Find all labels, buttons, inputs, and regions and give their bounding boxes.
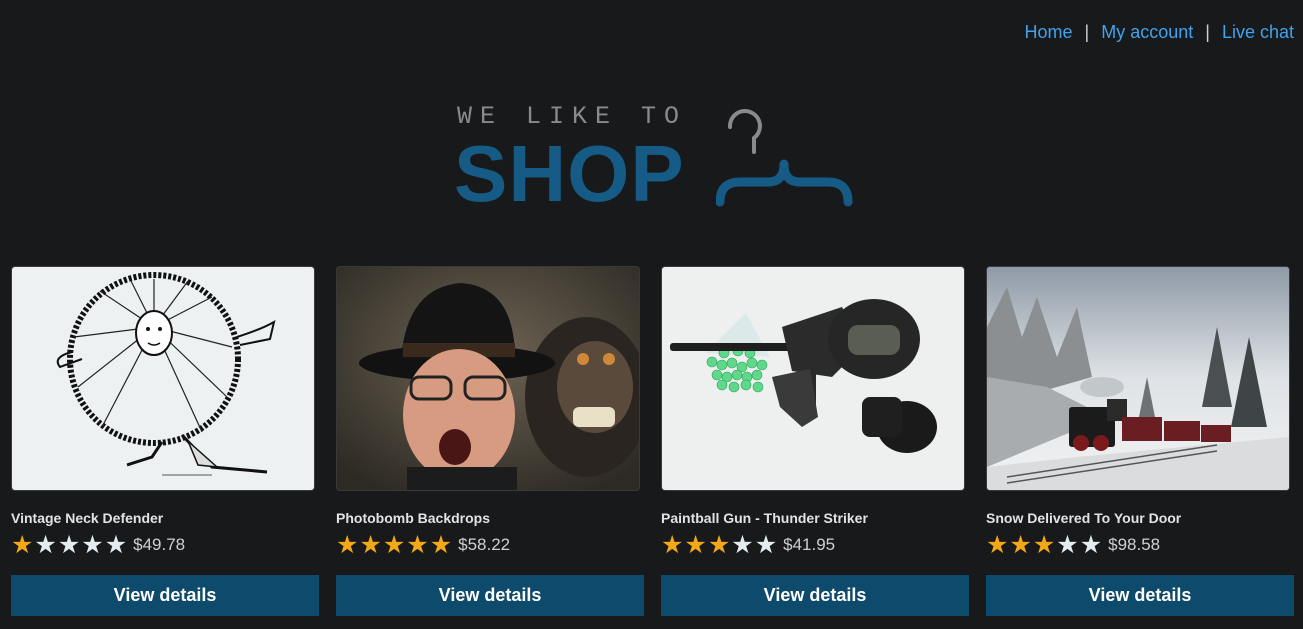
view-details-button[interactable]: View details bbox=[986, 575, 1294, 616]
star-filled-icon: ★ bbox=[1032, 530, 1056, 559]
product-title[interactable]: Photobomb Backdrops bbox=[336, 510, 490, 526]
product-title[interactable]: Vintage Neck Defender bbox=[11, 510, 163, 526]
star-empty-icon: ★ bbox=[731, 530, 754, 559]
product-price: $41.95 bbox=[783, 535, 836, 554]
star-rating: ★★★★★ bbox=[661, 532, 778, 558]
star-filled-icon: ★ bbox=[986, 530, 1009, 559]
star-filled-icon: ★ bbox=[661, 530, 684, 559]
star-filled-icon: ★ bbox=[11, 530, 34, 559]
logo-word: SHOP bbox=[454, 129, 685, 218]
product-card: Snow Delivered To Your Door ★★★★★ $98.58… bbox=[986, 266, 1294, 616]
product-price: $98.58 bbox=[1108, 535, 1161, 554]
star-empty-icon: ★ bbox=[34, 530, 57, 559]
star-filled-icon: ★ bbox=[1009, 530, 1032, 559]
product-image[interactable] bbox=[986, 266, 1290, 491]
product-rating: ★★★★★ $58.22 bbox=[336, 532, 510, 558]
view-details-button[interactable]: View details bbox=[336, 575, 644, 616]
product-image[interactable] bbox=[336, 266, 640, 491]
view-details-button[interactable]: View details bbox=[11, 575, 319, 616]
nav-separator: | bbox=[1205, 22, 1210, 42]
hanger-icon bbox=[716, 109, 853, 207]
product-card: Photobomb Backdrops ★★★★★ $58.22 View de… bbox=[336, 266, 644, 616]
star-filled-icon: ★ bbox=[406, 530, 429, 559]
star-filled-icon: ★ bbox=[684, 530, 707, 559]
star-rating: ★★★★★ bbox=[11, 532, 128, 558]
product-image[interactable] bbox=[11, 266, 315, 491]
star-empty-icon: ★ bbox=[57, 530, 81, 559]
star-filled-icon: ★ bbox=[429, 530, 453, 559]
product-title[interactable]: Paintball Gun - Thunder Striker bbox=[661, 510, 868, 526]
star-empty-icon: ★ bbox=[104, 530, 128, 559]
product-rating: ★★★★★ $41.95 bbox=[661, 532, 835, 558]
nav-live-chat-link[interactable]: Live chat bbox=[1222, 22, 1294, 43]
star-empty-icon: ★ bbox=[1056, 530, 1079, 559]
star-filled-icon: ★ bbox=[336, 530, 359, 559]
product-rating: ★★★★★ $98.58 bbox=[986, 532, 1160, 558]
view-details-button[interactable]: View details bbox=[661, 575, 969, 616]
product-card: Vintage Neck Defender ★★★★★ $49.78 View … bbox=[11, 266, 319, 616]
star-empty-icon: ★ bbox=[81, 530, 104, 559]
product-price: $58.22 bbox=[458, 535, 511, 554]
product-price: $49.78 bbox=[133, 535, 186, 554]
star-filled-icon: ★ bbox=[707, 530, 731, 559]
logo-tagline: WE LIKE TO bbox=[457, 102, 688, 131]
star-filled-icon: ★ bbox=[359, 530, 382, 559]
nav-separator: | bbox=[1084, 22, 1090, 42]
star-rating: ★★★★★ bbox=[986, 532, 1103, 558]
nav-my-account-link[interactable]: My account bbox=[1101, 22, 1193, 43]
star-empty-icon: ★ bbox=[754, 530, 778, 559]
star-rating: ★★★★★ bbox=[336, 532, 453, 558]
star-filled-icon: ★ bbox=[382, 530, 406, 559]
shop-logo: WE LIKE TO SHOP bbox=[454, 100, 854, 218]
star-empty-icon: ★ bbox=[1079, 530, 1103, 559]
product-rating: ★★★★★ $49.78 bbox=[11, 532, 185, 558]
nav-home-link[interactable]: Home bbox=[1025, 22, 1073, 43]
product-title[interactable]: Snow Delivered To Your Door bbox=[986, 510, 1181, 526]
product-image[interactable] bbox=[661, 266, 965, 491]
product-card: Paintball Gun - Thunder Striker ★★★★★ $4… bbox=[661, 266, 969, 616]
top-nav: Home | My account | Live chat bbox=[1025, 22, 1294, 43]
